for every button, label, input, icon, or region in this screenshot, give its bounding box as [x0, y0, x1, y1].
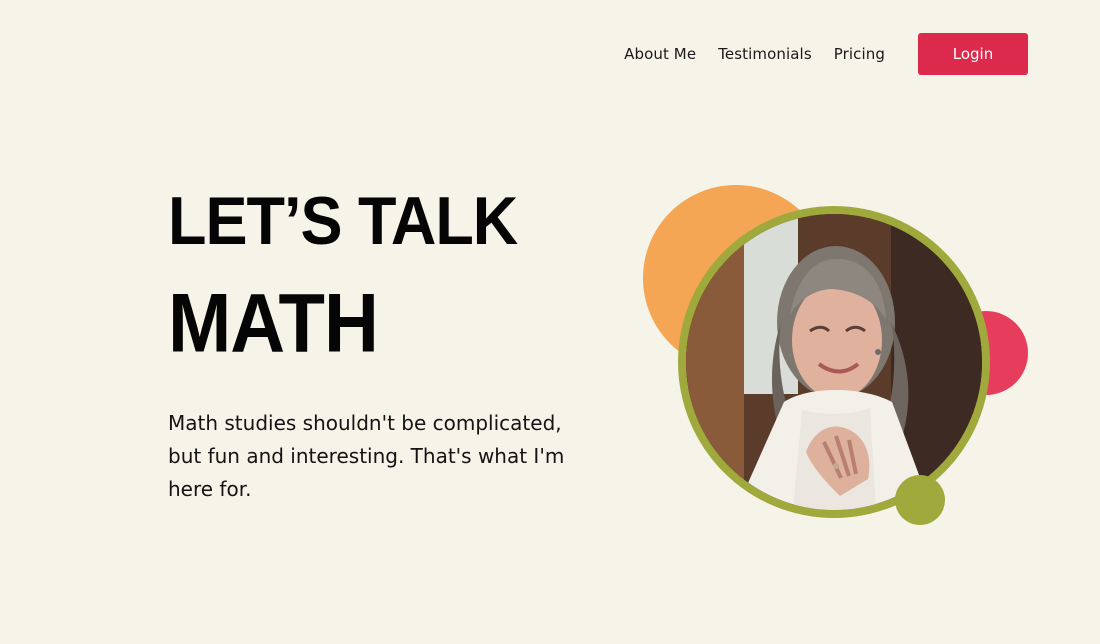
hero-illustration [620, 170, 1060, 540]
main-navigation: About Me Testimonials Pricing Login [624, 33, 1028, 75]
nav-link-testimonials[interactable]: Testimonials [718, 45, 812, 63]
hero-description: Math studies shouldn't be complicated, b… [168, 411, 565, 501]
hero-title-line-1: LET’S TALK [168, 183, 518, 260]
nav-link-about-me[interactable]: About Me [624, 45, 696, 63]
olive-decorative-dot [895, 475, 945, 525]
hero-title-line-2: MATH [168, 276, 379, 370]
nav-link-pricing[interactable]: Pricing [834, 45, 885, 63]
teacher-portrait [686, 214, 982, 510]
hero-title: LET’S TALK MATH [168, 183, 518, 365]
portrait-frame [678, 206, 990, 518]
login-button[interactable]: Login [918, 33, 1028, 75]
teacher-portrait-illustration [686, 214, 982, 510]
